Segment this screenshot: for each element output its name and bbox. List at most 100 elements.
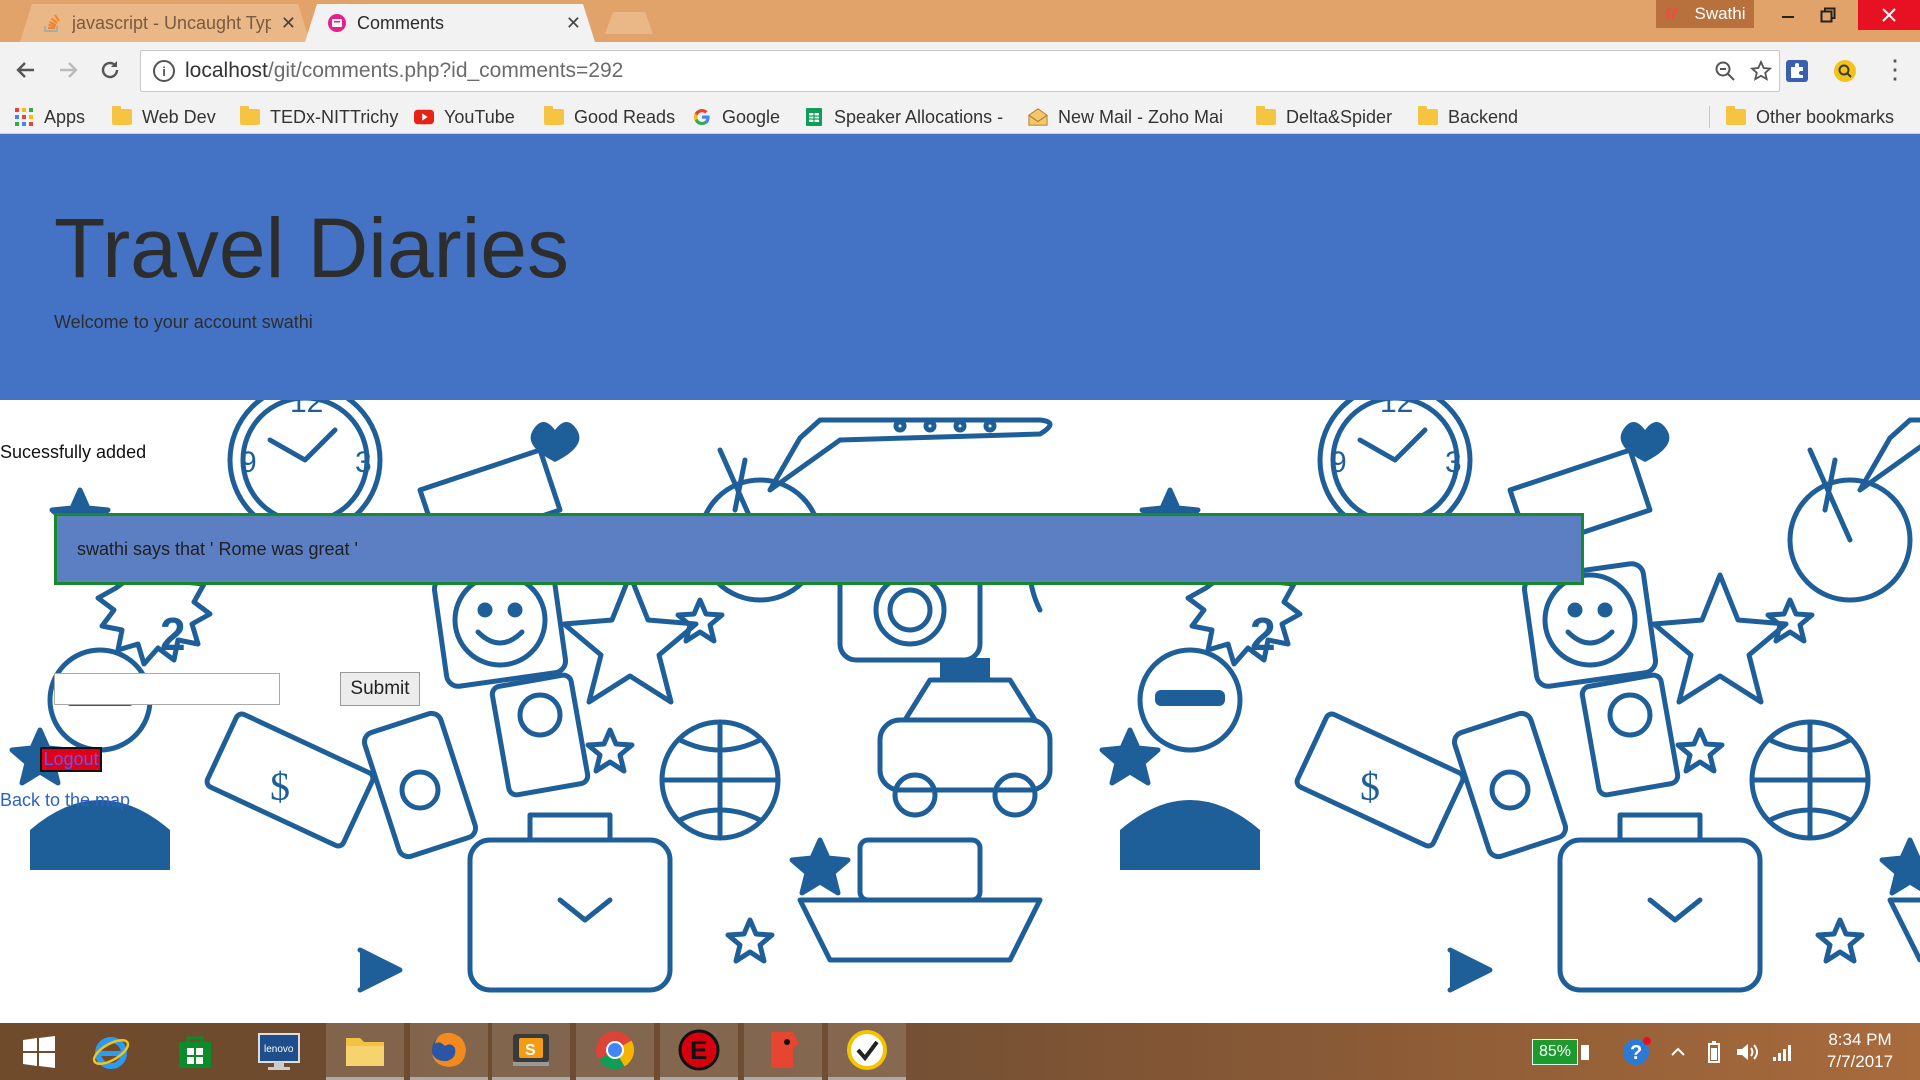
bookmark-label: Good Reads: [574, 106, 676, 127]
speaker-icon: [1737, 1043, 1758, 1060]
taskbar-chrome[interactable]: [576, 1023, 654, 1080]
bookmark-youtube[interactable]: YouTube: [414, 100, 515, 134]
browser-toolbar: i localhost/git/comments.php?id_comments…: [0, 42, 1920, 100]
battery-status[interactable]: 85%: [1532, 1023, 1590, 1080]
extension-search-button[interactable]: [1830, 56, 1860, 86]
profile-name: Swathi: [1694, 4, 1746, 23]
battery-tray-icon: [1708, 1040, 1720, 1063]
arrow-left-icon: [16, 62, 34, 78]
extension-puzzle-button[interactable]: [1782, 56, 1812, 86]
folder-icon: [544, 106, 564, 125]
menu-icon[interactable]: ⋮: [1882, 54, 1908, 88]
folder-icon: [112, 106, 132, 125]
bookmark-backend[interactable]: Backend: [1418, 100, 1518, 134]
svg-text:?: ?: [1630, 1042, 1642, 1064]
reload-button[interactable]: [92, 52, 128, 88]
bookmark-delta-spider[interactable]: Delta&Spider: [1256, 100, 1392, 134]
window-close-button[interactable]: [1858, 0, 1920, 30]
bookmark-zoho-mail[interactable]: New Mail - Zoho Mai: [1028, 100, 1223, 134]
e-app-icon: E: [678, 1029, 720, 1071]
close-icon: [1882, 8, 1896, 22]
search-extension-icon: [1834, 60, 1856, 82]
tab-stackoverflow[interactable]: javascript - Uncaught Typ ✕: [20, 4, 310, 42]
system-clock[interactable]: 8:34 PM 7/7/2017: [1808, 1029, 1912, 1073]
page-viewport: Travel Diaries Welcome to your account s…: [0, 134, 1920, 1023]
internet-explorer-icon: [92, 1036, 130, 1069]
tab-title: Comments: [357, 12, 445, 33]
help-tray-button[interactable]: ?: [1616, 1023, 1656, 1080]
bookmarks-bar: Apps Web Dev TEDx-NITTrichy YouTube Good…: [0, 100, 1920, 134]
comment-input[interactable]: [54, 673, 280, 705]
taskbar-store[interactable]: [156, 1023, 234, 1080]
welcome-text: Welcome to your account swathi: [54, 312, 313, 332]
signal-icon: [1773, 1044, 1791, 1061]
taskbar-red-app[interactable]: [744, 1023, 822, 1080]
bookmark-label: Google: [722, 106, 781, 127]
comment-card: swathi says that ' Rome was great ': [54, 513, 1584, 585]
taskbar-sublime-text[interactable]: S: [492, 1023, 570, 1080]
back-button[interactable]: [8, 52, 44, 88]
doodle-pattern-icon: 12 9 3: [0, 400, 1920, 1023]
bookmark-google[interactable]: Google: [692, 100, 780, 134]
mail-icon: [1028, 108, 1048, 126]
taskbar-lenovo[interactable]: lenovo: [240, 1023, 318, 1080]
profile-button[interactable]: Swathi: [1656, 0, 1754, 28]
submit-button[interactable]: Submit: [340, 672, 420, 706]
zoom-icon[interactable]: [1707, 53, 1743, 89]
page-header: Travel Diaries Welcome to your account s…: [0, 134, 1920, 400]
apps-grid-icon: [15, 108, 33, 126]
close-icon[interactable]: ✕: [281, 13, 296, 34]
new-tab-button[interactable]: [605, 12, 653, 34]
tray-overflow-button[interactable]: [1666, 1023, 1690, 1080]
bookmark-label: Apps: [44, 106, 86, 127]
bookmark-good-reads[interactable]: Good Reads: [544, 100, 675, 134]
bookmark-speaker-allocations[interactable]: Speaker Allocations -: [804, 100, 1003, 134]
restore-button[interactable]: [1806, 0, 1850, 30]
forward-button[interactable]: [50, 52, 86, 88]
address-bar[interactable]: i localhost/git/comments.php?id_comments…: [140, 50, 1780, 92]
svg-text:S: S: [525, 1042, 536, 1059]
bookmark-label: TEDx-NITTrichy: [270, 106, 399, 127]
taskbar-file-explorer[interactable]: [326, 1023, 404, 1080]
bookmark-label: Delta&Spider: [1286, 106, 1393, 127]
arrow-right-icon: [60, 62, 78, 78]
network-tray-button[interactable]: [1768, 1023, 1798, 1080]
bookmark-other[interactable]: Other bookmarks: [1726, 100, 1894, 134]
windows-start-icon: [23, 1035, 55, 1068]
info-icon[interactable]: i: [153, 60, 175, 82]
taskbar-internet-explorer[interactable]: [72, 1023, 150, 1080]
bookmark-label: Other bookmarks: [1756, 106, 1895, 127]
folder-icon: [1256, 106, 1276, 125]
battery-percent: 85%: [1532, 1038, 1579, 1065]
help-icon: ?: [1623, 1036, 1651, 1065]
minimize-icon: [1782, 16, 1794, 18]
taskbar-e-app[interactable]: E: [660, 1023, 738, 1080]
profile-icon: [1666, 7, 1679, 21]
bookmark-tedx[interactable]: TEDx-NITTrichy: [240, 100, 398, 134]
logout-button[interactable]: Logout: [40, 747, 102, 772]
power-tray-button[interactable]: [1700, 1023, 1728, 1080]
minimize-button[interactable]: [1766, 0, 1810, 30]
bookmark-apps[interactable]: Apps: [14, 100, 85, 134]
volume-tray-button[interactable]: [1732, 1023, 1762, 1080]
taskbar-firefox[interactable]: [410, 1023, 488, 1080]
start-button[interactable]: [0, 1023, 78, 1080]
stackoverflow-icon: [44, 14, 60, 32]
google-icon: [693, 108, 710, 126]
close-icon[interactable]: ✕: [566, 13, 581, 34]
url-path: /git/comments.php?id_comments=292: [267, 59, 624, 82]
puzzle-icon: [1786, 60, 1808, 82]
back-to-map-link[interactable]: Back to the map: [0, 790, 130, 811]
bookmark-web-dev[interactable]: Web Dev: [112, 100, 216, 134]
tab-comments[interactable]: Comments ✕: [305, 4, 595, 42]
firefox-icon: [432, 1032, 466, 1067]
windows-taskbar: lenovo S E 85% ? 8:34 PM 7/7/2017: [0, 1023, 1920, 1080]
bookmark-star-icon[interactable]: [1743, 53, 1779, 89]
url-text[interactable]: localhost/git/comments.php?id_comments=2…: [185, 59, 1707, 83]
restore-icon: [1820, 7, 1836, 23]
url-host: localhost: [185, 59, 268, 82]
page-title: Travel Diaries: [54, 201, 569, 295]
clock-date: 7/7/2017: [1826, 1052, 1894, 1071]
folder-icon: [240, 106, 260, 125]
taskbar-norton[interactable]: [828, 1023, 906, 1080]
